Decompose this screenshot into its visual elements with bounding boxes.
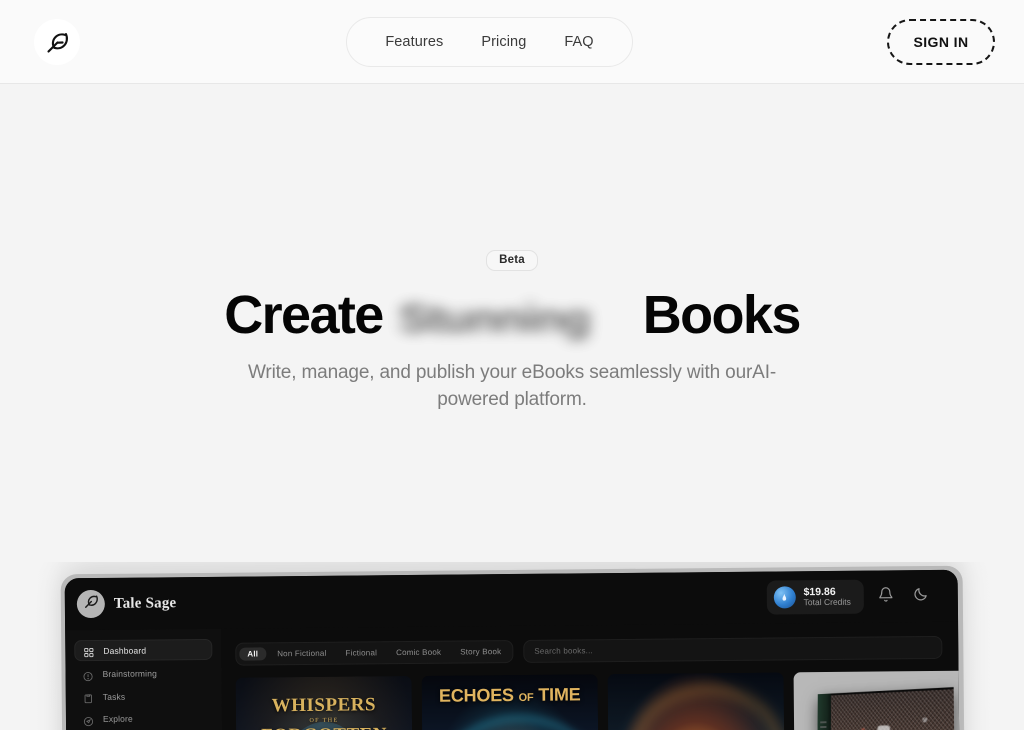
sidebar-label-dashboard: Dashboard: [103, 645, 146, 655]
book-title-small: OF: [519, 692, 534, 704]
book-card[interactable]: WHISPERS OF THE FORGOTTEN: [236, 676, 413, 730]
clipboard-icon: [83, 691, 94, 702]
hero-subtitle: Write, manage, and publish your eBooks s…: [225, 360, 799, 414]
filter-bar: All Non Fictional Fictional Comic Book S…: [235, 636, 942, 666]
nav-item-pricing[interactable]: Pricing: [481, 34, 526, 50]
app-logo: [77, 590, 105, 618]
sign-in-button[interactable]: SIGN IN: [887, 19, 995, 65]
app-main: All Non Fictional Fictional Comic Book S…: [221, 622, 960, 730]
stage-fade-left: [0, 562, 62, 730]
filter-chip-fictional[interactable]: Fictional: [337, 646, 385, 659]
credits-badge[interactable]: $19.86 Total Credits: [766, 580, 864, 615]
sidebar-label-tasks: Tasks: [103, 691, 126, 701]
filter-chip-story-book[interactable]: Story Book: [452, 645, 509, 659]
search-placeholder: Search books...: [534, 646, 593, 656]
app-brand-name: Tale Sage: [114, 595, 177, 613]
book-title: ECHOES OF TIME: [422, 684, 598, 707]
grid-icon: [83, 645, 94, 656]
filter-chip-group: All Non Fictional Fictional Comic Book S…: [235, 640, 513, 666]
dashboard-preview: Tale Sage $19.86 Total Credits Dashboard…: [0, 562, 1024, 730]
filter-chip-all[interactable]: All: [239, 647, 266, 660]
site-header: Features Pricing FAQ SIGN IN: [0, 0, 1024, 84]
search-input[interactable]: Search books...: [523, 636, 942, 663]
book-grid: WHISPERS OF THE FORGOTTEN ECHOES OF TIME: [236, 671, 944, 730]
nav-item-features[interactable]: Features: [385, 34, 443, 50]
book-spine: [817, 694, 831, 730]
app-sidebar: Dashboard Brainstorming Tasks Explore: [65, 629, 223, 730]
feather-quill-icon: [44, 29, 71, 56]
device-frame: Tale Sage $19.86 Total Credits Dashboard…: [61, 566, 966, 730]
book-title: WHISPERS OF THE FORGOTTEN: [236, 694, 412, 730]
app-brand[interactable]: Tale Sage: [77, 589, 177, 618]
credit-label: Total Credits: [804, 598, 851, 608]
moon-icon[interactable]: [913, 586, 931, 604]
book-card[interactable]: ECHOES OF TIME: [422, 674, 599, 730]
sidebar-item-brainstorming[interactable]: Brainstorming: [74, 663, 212, 683]
book-title-main: ECHOES: [439, 685, 514, 706]
bell-icon[interactable]: [878, 586, 896, 604]
app-screen: Tale Sage $19.86 Total Credits Dashboard…: [65, 570, 961, 730]
book-title-line1: WHISPERS: [236, 694, 412, 718]
hero-title: Create Stunning Books: [0, 279, 1024, 344]
filter-chip-comic-book[interactable]: Comic Book: [388, 646, 449, 660]
book-front-cover: [831, 687, 955, 730]
sidebar-label-explore: Explore: [103, 714, 133, 724]
feather-quill-icon: [82, 593, 99, 615]
filter-chip-non-fictional[interactable]: Non Fictional: [269, 647, 334, 661]
lightbulb-icon: [82, 669, 93, 680]
sidebar-label-brainstorming: Brainstorming: [102, 668, 156, 679]
hero-title-prefix: Create: [224, 286, 383, 344]
stage-fade-right: [962, 562, 1024, 730]
sidebar-item-tasks[interactable]: Tasks: [75, 686, 213, 706]
primary-nav: Features Pricing FAQ: [346, 17, 633, 67]
book-card[interactable]: [608, 672, 785, 730]
hero-rotating-word-blurred: Stunning: [399, 297, 590, 340]
sidebar-item-dashboard[interactable]: Dashboard: [74, 639, 212, 661]
nav-item-faq[interactable]: FAQ: [564, 34, 593, 50]
sidebar-item-explore[interactable]: Explore: [75, 708, 213, 728]
book-card[interactable]: [794, 671, 961, 730]
hero-rotating-word: Stunning: [383, 279, 643, 333]
app-topbar: Tale Sage $19.86 Total Credits: [65, 570, 958, 631]
compass-icon: [83, 714, 94, 725]
book-3d-mockup: [817, 687, 955, 730]
brand-logo[interactable]: [34, 19, 80, 65]
book-title-line2: FORGOTTEN: [236, 724, 412, 730]
hero-section: Beta Create Stunning Books Write, manage…: [0, 84, 1024, 414]
hero-title-suffix: Books: [643, 286, 800, 344]
credit-orb-icon: [773, 586, 795, 608]
book-title-end: TIME: [538, 684, 580, 704]
beta-badge: Beta: [486, 250, 538, 271]
